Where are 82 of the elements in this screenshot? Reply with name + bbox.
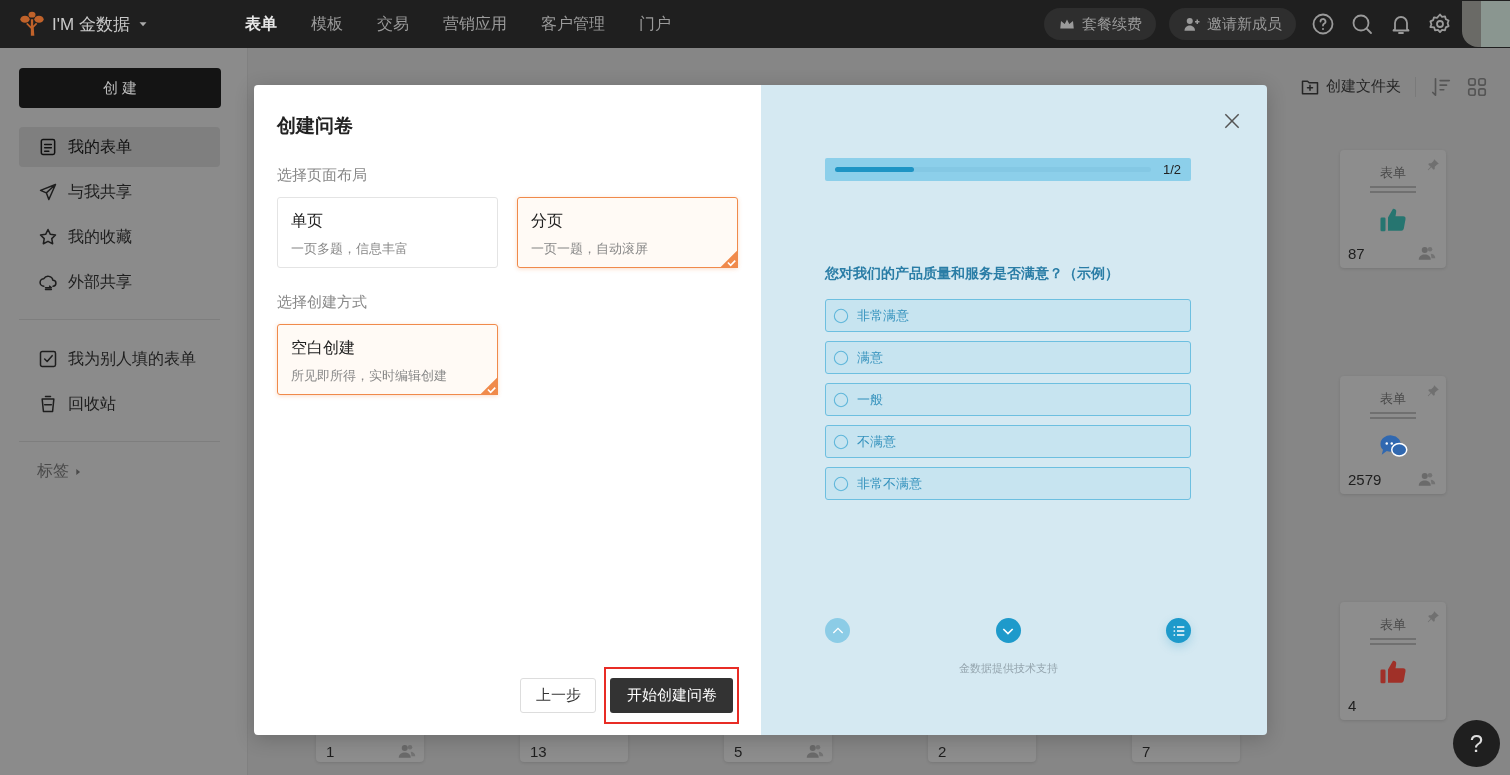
sidebar-item[interactable]: 我为别人填的表单 — [19, 339, 220, 379]
response-count: 87 — [1348, 244, 1365, 262]
brand-name: I'M 金数据 — [52, 13, 130, 36]
title-underline — [1370, 412, 1416, 419]
question-text: 您对我们的产品质量和服务是否满意？（示例） — [825, 265, 1120, 283]
checkbox-icon — [38, 349, 58, 369]
tags-label[interactable]: 标签 — [37, 461, 69, 482]
response-count: 1 — [326, 743, 335, 760]
help-icon[interactable] — [1311, 12, 1335, 36]
radio-icon — [833, 307, 849, 324]
option-card[interactable]: 单页 一页多题，信息丰富 — [277, 197, 498, 268]
form-card[interactable]: 表单 87 — [1340, 150, 1446, 268]
dialog-title: 创建问卷 — [277, 114, 354, 138]
form-card[interactable]: 13 — [520, 734, 628, 762]
form-card[interactable]: 表单 4 — [1340, 602, 1446, 720]
answer-option[interactable]: 一般 — [825, 383, 1191, 416]
section-label: 选择页面布局 — [277, 166, 368, 185]
people-icon — [398, 742, 416, 760]
next-button[interactable] — [995, 618, 1021, 643]
section-label: 选择创建方式 — [277, 293, 368, 312]
settings-icon[interactable] — [1428, 12, 1452, 36]
radio-icon — [833, 433, 849, 450]
response-count: 7 — [1142, 743, 1151, 760]
new-folder-button[interactable]: 创建文件夹 — [1300, 76, 1401, 97]
answer-option[interactable]: 不满意 — [825, 425, 1191, 458]
close-icon[interactable] — [1222, 111, 1242, 131]
response-count: 4 — [1348, 697, 1357, 714]
answer-option[interactable]: 满意 — [825, 341, 1191, 374]
form-card[interactable]: 表单 2579 — [1340, 376, 1446, 494]
radio-icon — [833, 391, 849, 408]
avatar[interactable] — [1462, 1, 1510, 47]
card-type-label: 表单 — [1380, 390, 1406, 408]
option-card[interactable]: 分页 一页一题，自动滚屏 — [517, 197, 738, 268]
answer-option[interactable]: 非常满意 — [825, 299, 1191, 332]
top-action-button[interactable]: 邀请新成员 — [1169, 8, 1296, 40]
pin-icon — [1426, 384, 1440, 398]
nav-tab[interactable]: 模板 — [294, 13, 360, 35]
form-card[interactable]: 5 — [724, 734, 832, 762]
nav-tab[interactable]: 表单 — [228, 13, 294, 35]
nav-tab[interactable]: 交易 — [360, 13, 426, 35]
response-count: 2579 — [1348, 470, 1382, 488]
help-button[interactable]: ? — [1453, 720, 1500, 767]
nav-tab[interactable]: 营销应用 — [426, 13, 524, 35]
start-button[interactable]: 开始创建问卷 — [610, 678, 733, 713]
card-type-label: 表单 — [1380, 164, 1406, 182]
powered-by-text: 金数据提供技术支持 — [959, 661, 1058, 676]
sidebar-item[interactable]: 与我共享 — [19, 172, 220, 212]
response-count: 13 — [530, 743, 547, 760]
card-type-label: 表单 — [1380, 616, 1406, 634]
form-card[interactable]: 1 — [316, 734, 424, 762]
nav-tab[interactable]: 门户 — [622, 13, 688, 35]
pin-icon — [1426, 158, 1440, 172]
title-underline — [1370, 638, 1416, 645]
pin-icon — [1426, 610, 1440, 624]
answer-option[interactable]: 非常不满意 — [825, 467, 1191, 500]
option-card[interactable]: 空白创建 所见即所得，实时编辑创建 — [277, 324, 498, 395]
sidebar-item[interactable]: 外部共享 — [19, 262, 220, 302]
user-plus-icon — [1183, 15, 1201, 33]
form-card[interactable]: 7 — [1132, 734, 1240, 762]
nav-tab[interactable]: 客户管理 — [524, 13, 622, 35]
search-icon[interactable] — [1350, 12, 1374, 36]
top-action-button[interactable]: 套餐续费 — [1044, 8, 1156, 40]
people-icon — [1418, 470, 1436, 488]
paper-plane-icon — [38, 182, 58, 202]
sidebar-item[interactable]: 回收站 — [19, 384, 220, 424]
create-button[interactable]: 创 建 — [19, 68, 221, 108]
back-button[interactable]: 上一步 — [520, 678, 596, 713]
star-icon — [38, 227, 58, 247]
response-count: 5 — [734, 743, 743, 760]
radio-icon — [833, 349, 849, 366]
people-icon — [1418, 244, 1436, 262]
progress-text: 1/2 — [1162, 162, 1181, 177]
sidebar-item[interactable]: 我的收藏 — [19, 217, 220, 257]
people-icon — [806, 742, 824, 760]
sidebar-item[interactable]: 我的表单 — [19, 127, 220, 167]
trash-icon — [38, 394, 58, 414]
tree-logo-icon — [18, 10, 46, 38]
response-count: 2 — [938, 743, 947, 760]
radio-icon — [833, 475, 849, 492]
form-card[interactable]: 2 — [928, 734, 1036, 762]
title-underline — [1370, 186, 1416, 193]
document-icon — [38, 137, 58, 157]
